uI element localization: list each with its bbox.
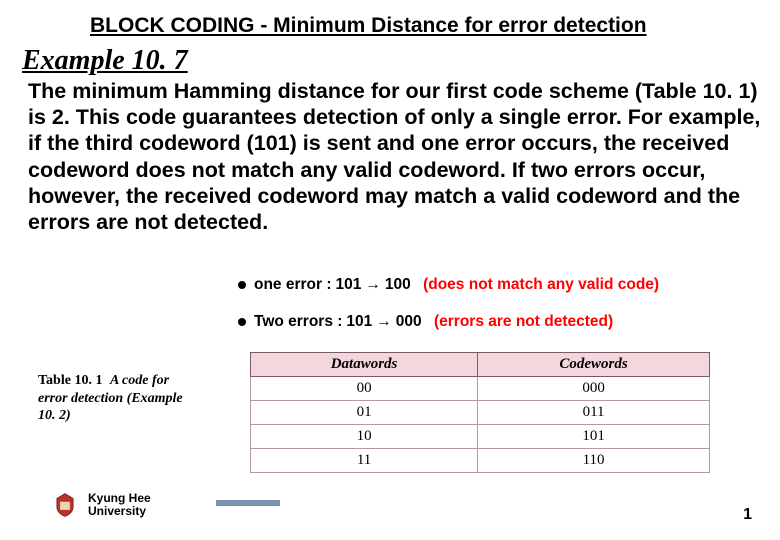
footer-divider bbox=[216, 500, 280, 506]
table-row: 10 101 bbox=[251, 425, 710, 449]
col-codewords: Codewords bbox=[478, 353, 710, 377]
bullet-dot-icon bbox=[238, 318, 246, 326]
bullet-one-error: one error : 101 → 100 (does not match an… bbox=[238, 276, 659, 294]
bullet-two-label: Two errors : bbox=[254, 313, 342, 331]
arrow-right-icon: → bbox=[365, 276, 381, 294]
table-row: 00 000 bbox=[251, 377, 710, 401]
page-number: 1 bbox=[743, 506, 752, 524]
bullet-two-errors: Two errors : 101 → 000 (errors are not d… bbox=[238, 313, 613, 331]
table-row: 11 110 bbox=[251, 449, 710, 473]
cell-codeword: 101 bbox=[478, 425, 710, 449]
university-name: Kyung Hee University bbox=[88, 492, 151, 518]
cell-dataword: 00 bbox=[251, 377, 478, 401]
code-table: Datawords Codewords 00 000 01 011 10 101… bbox=[250, 352, 710, 473]
col-datawords: Datawords bbox=[251, 353, 478, 377]
cell-dataword: 01 bbox=[251, 401, 478, 425]
table-header-row: Datawords Codewords bbox=[251, 353, 710, 377]
body-paragraph: The minimum Hamming distance for our fir… bbox=[28, 78, 772, 235]
university-crest-icon bbox=[52, 492, 78, 518]
bullet-dot-icon bbox=[238, 281, 246, 289]
arrow-right-icon: → bbox=[376, 313, 392, 331]
bullet-two-note: (errors are not detected) bbox=[434, 313, 613, 331]
cell-codeword: 000 bbox=[478, 377, 710, 401]
table-row: 01 011 bbox=[251, 401, 710, 425]
bullet-two-from: 101 bbox=[346, 313, 372, 331]
example-label: Example 10. 7 bbox=[22, 45, 188, 77]
slide-title: BLOCK CODING - Minimum Distance for erro… bbox=[90, 14, 720, 38]
bullet-one-label: one error : bbox=[254, 276, 332, 294]
uni-line2: University bbox=[88, 505, 151, 518]
cell-dataword: 11 bbox=[251, 449, 478, 473]
bullet-one-from: 101 bbox=[336, 276, 362, 294]
table-caption: Table 10. 1 A code for error detection (… bbox=[38, 372, 198, 425]
uni-line1: Kyung Hee bbox=[88, 492, 151, 505]
cell-codeword: 011 bbox=[478, 401, 710, 425]
bullet-two-to: 000 bbox=[396, 313, 422, 331]
caption-prefix: Table 10. 1 bbox=[38, 373, 102, 388]
bullet-one-note: (does not match any valid code) bbox=[423, 276, 659, 294]
cell-codeword: 110 bbox=[478, 449, 710, 473]
footer: Kyung Hee University bbox=[52, 492, 151, 518]
bullet-one-to: 100 bbox=[385, 276, 411, 294]
cell-dataword: 10 bbox=[251, 425, 478, 449]
